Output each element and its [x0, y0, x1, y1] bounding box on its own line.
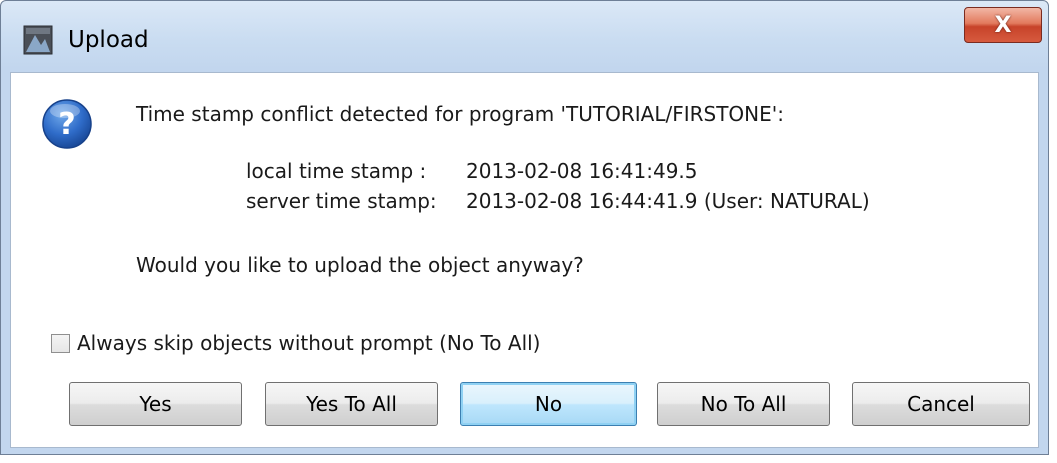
always-skip-checkbox[interactable]	[51, 334, 70, 353]
local-time-label: local time stamp :	[246, 159, 427, 183]
server-time-value: 2013-02-08 16:44:41.9 (User: NATURAL)	[466, 189, 870, 213]
question-icon: ?	[41, 98, 93, 150]
close-icon: X	[994, 12, 1012, 38]
close-button[interactable]: X	[964, 7, 1042, 43]
upload-app-icon	[23, 25, 53, 55]
no-to-all-button[interactable]: No To All	[657, 382, 830, 426]
always-skip-label[interactable]: Always skip objects without prompt (No T…	[77, 331, 541, 355]
question-text: Would you like to upload the object anyw…	[136, 253, 584, 277]
svg-text:?: ?	[58, 107, 75, 142]
title-bar[interactable]: Upload X	[1, 1, 1048, 73]
no-button[interactable]: No	[460, 382, 637, 426]
dialog-body: ? Time stamp conflict detected for progr…	[10, 72, 1039, 448]
yes-button[interactable]: Yes	[69, 382, 242, 426]
window-title: Upload	[68, 27, 149, 53]
conflict-message: Time stamp conflict detected for program…	[136, 102, 784, 126]
upload-dialog-window: Upload X ? Time stamp conflict detected …	[0, 0, 1049, 455]
yes-to-all-button[interactable]: Yes To All	[265, 382, 438, 426]
local-time-value: 2013-02-08 16:41:49.5	[466, 159, 698, 183]
server-time-label: server time stamp:	[246, 189, 437, 213]
cancel-button[interactable]: Cancel	[852, 382, 1030, 426]
